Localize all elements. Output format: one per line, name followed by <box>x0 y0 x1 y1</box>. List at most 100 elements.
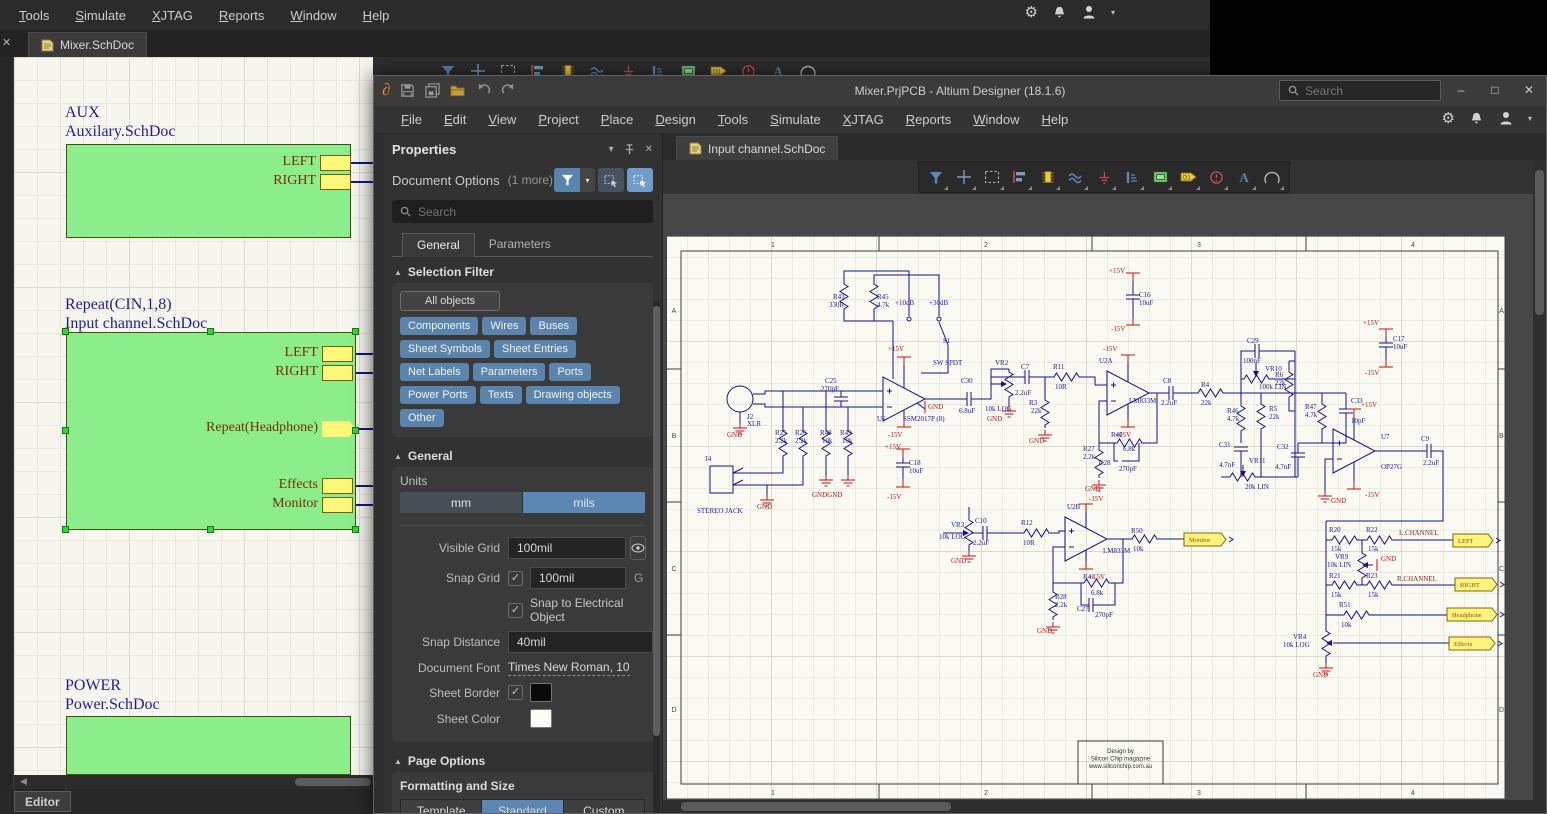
place-power-port-icon[interactable] <box>615 57 641 75</box>
sheet-entry-right[interactable] <box>322 365 353 381</box>
save-all-icon[interactable] <box>425 83 440 98</box>
sheet-border-color-swatch[interactable] <box>530 683 552 702</box>
panel-close-icon[interactable]: ✕ <box>645 144 653 155</box>
sheet-border-checkbox[interactable]: ✓ <box>508 685 523 700</box>
horizontal-scrollbar[interactable] <box>663 800 1533 813</box>
tab-parameters[interactable]: Parameters <box>475 233 565 256</box>
snap-grid-input[interactable] <box>530 567 626 589</box>
move-tool-icon[interactable] <box>951 163 977 191</box>
visible-grid-toggle-button[interactable] <box>630 536 646 560</box>
select-touching-button[interactable] <box>627 168 653 192</box>
snap-electrical-checkbox[interactable]: ✓ <box>508 603 523 618</box>
tab-mixer-schdoc[interactable]: Mixer.SchDoc <box>28 32 147 57</box>
visible-grid-input[interactable] <box>508 537 626 559</box>
sheet-entry-left[interactable] <box>322 346 353 362</box>
scroll-left-icon[interactable]: ◀ <box>20 776 27 787</box>
panel-search-input[interactable] <box>418 205 618 219</box>
filter-button-other[interactable]: Other <box>400 409 444 427</box>
user-dropdown-icon[interactable]: ▾ <box>1528 114 1532 123</box>
selection-handle[interactable] <box>352 526 359 533</box>
bg-menu-item-window[interactable]: Window <box>277 8 349 23</box>
document-font-link[interactable]: Times New Roman, 10 <box>508 660 630 676</box>
global-search-box[interactable] <box>1279 80 1441 101</box>
filter-button-sheet-symbols[interactable]: Sheet Symbols <box>400 340 490 358</box>
align-tool-icon[interactable] <box>525 57 551 75</box>
filter-tool-icon[interactable] <box>435 57 461 75</box>
place-sheet-symbol-icon[interactable] <box>675 57 701 75</box>
panel-scrollbar[interactable] <box>653 302 660 813</box>
selection-handle[interactable] <box>62 427 69 434</box>
schematic-viewport[interactable]: 11223344AABBCCDD Design bySilicon Chip m… <box>663 194 1546 813</box>
place-power-port-icon[interactable] <box>1091 163 1117 191</box>
user-dropdown-icon[interactable]: ▾ <box>1111 8 1115 17</box>
panel-dropdown-icon[interactable]: ▾ <box>609 144 614 155</box>
filter-button-power-ports[interactable]: Power Ports <box>400 386 476 404</box>
menu-item-view[interactable]: View <box>477 112 527 127</box>
selection-handle[interactable] <box>62 328 69 335</box>
units-mm-button[interactable]: mm <box>400 492 523 513</box>
undo-icon[interactable] <box>476 83 491 97</box>
filter-button-drawing-objects[interactable]: Drawing objects <box>526 386 620 404</box>
redo-icon[interactable] <box>501 83 516 97</box>
scrollbar-thumb[interactable] <box>295 778 371 786</box>
place-arc-icon[interactable] <box>1259 163 1285 191</box>
menu-item-edit[interactable]: Edit <box>433 112 477 127</box>
filter-button-texts[interactable]: Texts <box>480 386 522 404</box>
filter-button-buses[interactable]: Buses <box>530 317 577 335</box>
mode-standard-button[interactable]: Standard <box>482 800 563 813</box>
selection-handle[interactable] <box>352 328 359 335</box>
filter-button-ports[interactable]: Ports <box>549 363 591 381</box>
sheet-entry-monitor[interactable] <box>322 497 353 513</box>
bell-icon[interactable] <box>1469 111 1484 126</box>
bg-menu-item-help[interactable]: Help <box>350 8 403 23</box>
mode-template-button[interactable]: Template <box>401 800 482 813</box>
place-wire-icon[interactable] <box>585 57 611 75</box>
snap-grid-checkbox[interactable]: ✓ <box>508 571 523 586</box>
tab-general[interactable]: General <box>402 233 475 257</box>
place-part-icon[interactable] <box>555 57 581 75</box>
menu-item-xjtag[interactable]: XJTAG <box>832 112 895 127</box>
scrollbar-thumb[interactable] <box>653 306 660 736</box>
user-icon[interactable] <box>1081 4 1097 20</box>
place-arc-icon[interactable] <box>795 57 821 75</box>
menu-item-help[interactable]: Help <box>1030 112 1079 127</box>
bg-schematic-canvas[interactable]: AUXAuxilary.SchDoc LEFT RIGHT Repeat(CIN… <box>14 57 373 775</box>
close-button[interactable]: ✕ <box>1512 76 1546 104</box>
bell-icon[interactable] <box>1052 5 1067 20</box>
collapse-icon[interactable]: ▲ <box>394 268 402 277</box>
search-input[interactable] <box>1305 84 1415 98</box>
place-no-erc-icon[interactable] <box>735 57 761 75</box>
filter-split-button[interactable]: ▾ <box>554 168 595 192</box>
bg-menu-item-simulate[interactable]: Simulate <box>62 8 139 23</box>
sheet-entry-repeat-headphone[interactable] <box>322 421 356 437</box>
filter-button-wires[interactable]: Wires <box>482 317 526 335</box>
selection-handle[interactable] <box>207 328 214 335</box>
menu-item-reports[interactable]: Reports <box>895 112 963 127</box>
snap-distance-input[interactable] <box>508 631 653 653</box>
panel-search-box[interactable] <box>392 200 653 223</box>
menu-item-file[interactable]: File <box>390 112 433 127</box>
place-part-icon[interactable] <box>1035 163 1061 191</box>
all-objects-button[interactable]: All objects <box>400 291 500 311</box>
align-tool-icon[interactable] <box>1007 163 1033 191</box>
maximize-button[interactable]: □ <box>1478 76 1512 104</box>
collapse-icon[interactable]: ▲ <box>394 757 402 766</box>
save-icon[interactable] <box>400 83 415 98</box>
filter-button-parameters[interactable]: Parameters <box>473 363 546 381</box>
selection-handle[interactable] <box>207 526 214 533</box>
place-wire-icon[interactable] <box>1063 163 1089 191</box>
selection-handle[interactable] <box>62 526 69 533</box>
move-tool-icon[interactable] <box>465 57 491 75</box>
menu-item-place[interactable]: Place <box>590 112 645 127</box>
schematic-sheet[interactable]: 11223344AABBCCDD Design bySilicon Chip m… <box>666 236 1505 799</box>
open-folder-icon[interactable] <box>450 83 466 98</box>
mode-custom-button[interactable]: Custom <box>564 800 644 813</box>
pin-icon[interactable] <box>624 144 635 155</box>
minimize-button[interactable]: – <box>1444 76 1478 104</box>
sheet-entry-effects[interactable] <box>322 478 353 494</box>
place-text-icon[interactable]: A <box>765 57 791 75</box>
filter-button-components[interactable]: Components <box>400 317 478 335</box>
sheet-symbol-power[interactable] <box>66 716 351 775</box>
selection-handle[interactable] <box>352 427 359 434</box>
editor-button[interactable]: Editor <box>14 791 71 812</box>
